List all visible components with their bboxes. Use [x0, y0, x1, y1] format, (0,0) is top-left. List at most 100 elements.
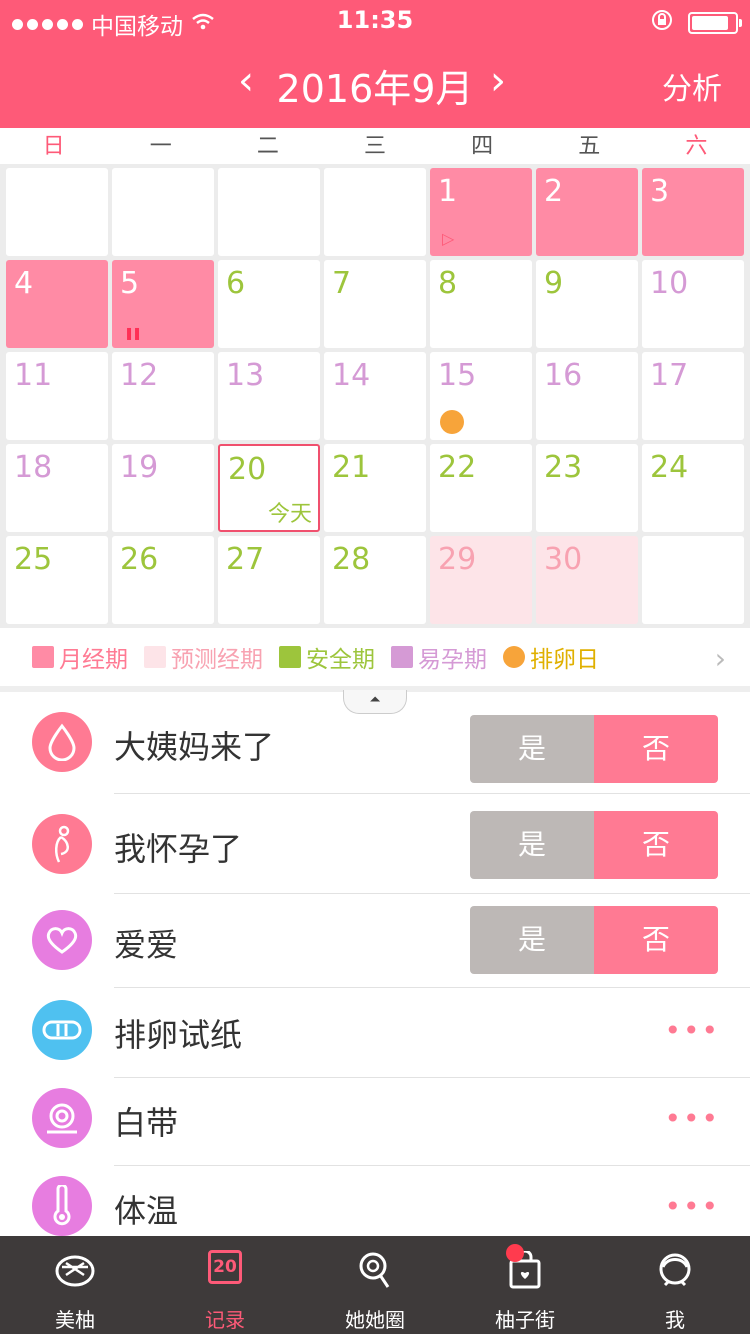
calendar-day-25[interactable]: 25 [6, 536, 108, 624]
legend-safe: 安全期 [279, 640, 375, 674]
weekday-header: 日 一 二 三 四 五 六 [0, 128, 750, 166]
day-number: 16 [544, 358, 583, 393]
day-number: 6 [226, 266, 246, 301]
record-label: 白带 [114, 1104, 179, 1142]
day-number: 3 [650, 174, 670, 209]
weekday-wed: 三 [363, 134, 386, 159]
tab-me[interactable]: 我 [600, 1236, 750, 1334]
day-number: 9 [544, 266, 564, 301]
legend-period-label: 月经期 [59, 647, 128, 673]
no-button[interactable]: 否 [594, 811, 718, 879]
next-month-button[interactable]: › [490, 58, 506, 104]
calendar-day-18[interactable]: 18 [6, 444, 108, 532]
calendar-day-12[interactable]: 12 [112, 352, 214, 440]
calendar-day-29[interactable]: 29 [430, 536, 532, 624]
grapefruit-icon [54, 1250, 96, 1292]
calendar-day-13[interactable]: 13 [218, 352, 320, 440]
record-period: 大姨妈来了 是 否 [0, 698, 750, 794]
calendar-empty-cell [324, 168, 426, 256]
calendar-day-15[interactable]: 15 [430, 352, 532, 440]
calendar-day-26[interactable]: 26 [112, 536, 214, 624]
tab-record[interactable]: 20 记录 [150, 1236, 300, 1334]
tab-circle[interactable]: 她她圈 [300, 1236, 450, 1334]
pregnant-icon [32, 814, 92, 874]
yes-button[interactable]: 是 [470, 906, 594, 974]
calendar-day-4[interactable]: 4 [6, 260, 108, 348]
notification-badge [506, 1244, 524, 1262]
record-pregnant: 我怀孕了 是 否 [0, 800, 750, 894]
calendar-day-7[interactable]: 7 [324, 260, 426, 348]
calendar-day-19[interactable]: 19 [112, 444, 214, 532]
day-number: 30 [544, 542, 583, 577]
tab-label: 记录 [205, 1308, 245, 1332]
chevron-right-icon[interactable]: › [715, 642, 726, 675]
drop-icon [32, 712, 92, 772]
record-ovulation-test[interactable]: 排卵试纸 ••• [0, 986, 750, 1078]
weekday-thu: 四 [471, 134, 494, 159]
calendar-empty-cell [218, 168, 320, 256]
month-title: 2016年9月 [276, 67, 474, 111]
yes-button[interactable]: 是 [470, 715, 594, 783]
lollipop-icon [354, 1250, 396, 1292]
day-number: 20 [228, 452, 267, 487]
day-number: 10 [650, 266, 689, 301]
calendar-day-3[interactable]: 3 [642, 168, 744, 256]
day-number: 17 [650, 358, 689, 393]
row-divider [114, 793, 750, 794]
day-number: 24 [650, 450, 689, 485]
record-label: 我怀孕了 [114, 830, 243, 868]
tab-shop[interactable]: 柚子街 [450, 1236, 600, 1334]
day-number: 27 [226, 542, 265, 577]
day-number: 19 [120, 450, 159, 485]
calendar-day-1[interactable]: 1 ▷ [430, 168, 532, 256]
calendar-day-14[interactable]: 14 [324, 352, 426, 440]
more-icon[interactable]: ••• [664, 1102, 720, 1135]
day-number: 29 [438, 542, 477, 577]
more-icon[interactable]: ••• [664, 1014, 720, 1047]
tab-label: 我 [665, 1308, 685, 1332]
calendar-empty-cell [6, 168, 108, 256]
day-number: 21 [332, 450, 371, 485]
calendar-day-10[interactable]: 10 [642, 260, 744, 348]
calendar-icon: 20 [208, 1250, 242, 1284]
legend-safe-label: 安全期 [306, 647, 375, 673]
record-discharge[interactable]: 白带 ••• [0, 1074, 750, 1166]
day-number: 28 [332, 542, 371, 577]
calendar-day-9[interactable]: 9 [536, 260, 638, 348]
day-number: 4 [14, 266, 34, 301]
face-icon [654, 1250, 696, 1292]
header: 中国移动 11:35 ‹ 2016年9月 › 分析 [0, 0, 750, 128]
day-number: 25 [14, 542, 53, 577]
calendar-day-22[interactable]: 22 [430, 444, 532, 532]
calendar-day-16[interactable]: 16 [536, 352, 638, 440]
day-number: 12 [120, 358, 159, 393]
tab-meiyou[interactable]: 美柚 [0, 1236, 150, 1334]
legend-ovulation: 排卵日 [503, 640, 599, 674]
no-button[interactable]: 否 [594, 906, 718, 974]
calendar-day-8[interactable]: 8 [430, 260, 532, 348]
flower-icon [442, 412, 462, 432]
calendar-day-2[interactable]: 2 [536, 168, 638, 256]
yes-button[interactable]: 是 [470, 811, 594, 879]
calendar-day-30[interactable]: 30 [536, 536, 638, 624]
tab-label: 美柚 [55, 1308, 95, 1332]
weekday-sat: 六 [685, 134, 708, 159]
calendar-day-20[interactable]: 20 今天 [218, 444, 320, 532]
calendar-day-24[interactable]: 24 [642, 444, 744, 532]
weekday-sun: 日 [42, 134, 65, 159]
calendar-day-27[interactable]: 27 [218, 536, 320, 624]
more-icon[interactable]: ••• [664, 1190, 720, 1223]
no-button[interactable]: 否 [594, 715, 718, 783]
calendar-day-5[interactable]: 5 ❚❚ [112, 260, 214, 348]
weekday-fri: 五 [578, 134, 601, 159]
calendar-day-6[interactable]: 6 [218, 260, 320, 348]
legend-predicted: 预测经期 [144, 640, 263, 674]
weekday-mon: 一 [149, 134, 172, 159]
calendar-day-23[interactable]: 23 [536, 444, 638, 532]
analysis-button[interactable]: 分析 [662, 64, 722, 108]
calendar-day-28[interactable]: 28 [324, 536, 426, 624]
calendar-day-21[interactable]: 21 [324, 444, 426, 532]
calendar-day-11[interactable]: 11 [6, 352, 108, 440]
calendar-day-17[interactable]: 17 [642, 352, 744, 440]
legend-predicted-label: 预测经期 [171, 647, 263, 673]
